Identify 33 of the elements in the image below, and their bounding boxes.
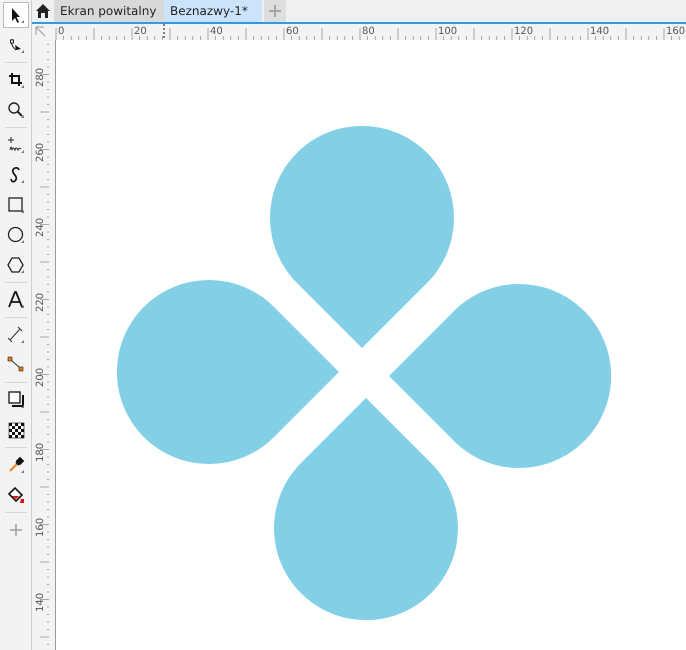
dimension-line-icon — [6, 325, 26, 345]
freehand-icon — [6, 135, 26, 155]
ruler-label: 40 — [210, 26, 223, 37]
ruler-label: 160 — [666, 26, 686, 37]
paint-bucket-icon — [6, 485, 26, 505]
document-tab[interactable]: Beznazwy-1* — [164, 0, 262, 22]
rectangle-icon — [6, 195, 26, 215]
ruler-label: 260 — [35, 142, 46, 162]
ruler-label: 60 — [286, 26, 299, 37]
ruler-label: 220 — [35, 292, 46, 312]
ruler-label: 240 — [35, 218, 46, 237]
ruler-label: 200 — [35, 368, 46, 387]
ruler-label: 280 — [35, 68, 46, 87]
ruler-label: 140 — [35, 592, 46, 612]
ruler-label: 0 — [58, 26, 64, 37]
checkerboard-icon — [6, 420, 26, 440]
ruler-label: 180 — [35, 442, 46, 462]
ruler-label: 120 — [514, 26, 534, 37]
ruler-label: 140 — [590, 26, 610, 37]
document-tab[interactable]: Ekran powitalny — [54, 0, 164, 22]
search-icon — [6, 100, 26, 120]
hexagon-icon — [6, 255, 26, 275]
ruler-label: 160 — [35, 518, 46, 537]
ruler-origin-icon — [35, 26, 47, 38]
tool-button[interactable] — [2, 2, 28, 28]
ruler-label: 20 — [134, 26, 147, 37]
home-icon — [35, 3, 51, 19]
ruler-label: 100 — [438, 26, 458, 37]
plus-icon — [268, 4, 282, 18]
letter-a-icon — [6, 290, 26, 310]
ellipse-icon — [6, 225, 26, 245]
ruler-label: 80 — [362, 26, 375, 37]
drop-shadow-icon — [6, 390, 26, 410]
